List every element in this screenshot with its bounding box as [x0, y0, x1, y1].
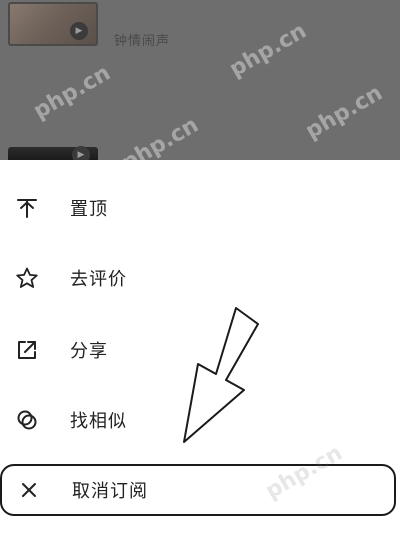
track-title: 钟情闹声 — [114, 34, 171, 49]
menu-item-share[interactable]: 分享 — [0, 322, 400, 378]
screen: ▶ 钟情闹声 ▶ php.cn php.cn php.cn php.cn 置顶 — [0, 0, 400, 542]
close-icon — [16, 477, 42, 503]
menu-item-label: 取消订阅 — [72, 481, 148, 502]
menu-item-unsubscribe[interactable]: 取消订阅 — [0, 464, 396, 516]
dimmed-background[interactable]: ▶ 钟情闹声 ▶ php.cn php.cn php.cn php.cn — [0, 0, 400, 160]
play-icon-second: ▶ — [72, 146, 90, 160]
watermark: php.cn — [301, 80, 387, 145]
menu-item-pin-top[interactable]: 置顶 — [0, 180, 400, 236]
watermark: php.cn — [117, 112, 203, 160]
watermark: php.cn — [29, 60, 115, 125]
menu-item-label: 找相似 — [70, 411, 127, 432]
menu-item-find-similar[interactable]: 找相似 — [0, 392, 400, 448]
pin-top-icon — [14, 195, 40, 221]
menu-item-rate[interactable]: 去评价 — [0, 250, 400, 306]
find-similar-icon — [14, 407, 40, 433]
menu-item-label: 分享 — [70, 341, 108, 362]
menu-item-label: 去评价 — [70, 269, 127, 290]
star-icon — [14, 265, 40, 291]
watermark: php.cn — [225, 18, 311, 83]
share-icon — [14, 337, 40, 363]
action-sheet: 置顶 去评价 分享 找相似 取消订阅 php.cn — [0, 160, 400, 542]
play-icon: ▶ — [70, 22, 88, 40]
menu-item-label: 置顶 — [70, 199, 108, 220]
